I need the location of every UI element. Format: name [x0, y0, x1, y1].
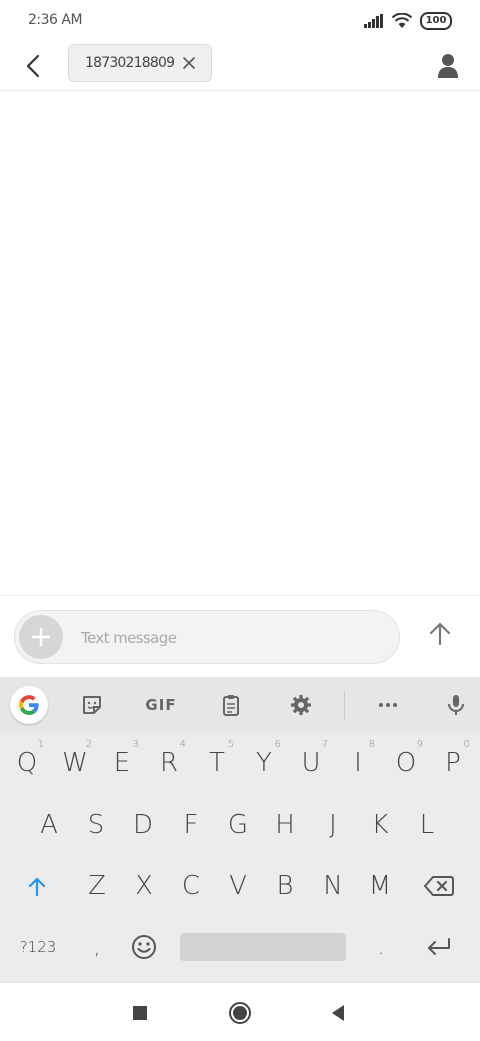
message-input[interactable] — [79, 611, 383, 665]
key-h[interactable]: H — [262, 797, 308, 853]
key-q[interactable]: Q1 — [4, 735, 50, 791]
key-s[interactable]: S — [73, 797, 119, 853]
key-p[interactable]: P0 — [430, 735, 476, 791]
clipboard-icon — [223, 695, 239, 716]
key-f[interactable]: F — [168, 797, 214, 853]
back-icon — [332, 1005, 344, 1021]
gear-icon — [291, 695, 311, 715]
key-b[interactable]: B — [262, 858, 308, 914]
home-button[interactable] — [224, 997, 256, 1029]
keyboard: Q1 W2 E3 R4 T5 Y6 U7 I8 O9 P0 A S D F G … — [0, 733, 480, 982]
key-e[interactable]: E3 — [99, 735, 145, 791]
key-a[interactable]: A — [26, 797, 72, 853]
compose-field — [14, 610, 400, 665]
key-u[interactable]: U7 — [288, 735, 334, 791]
key-m[interactable]: M — [357, 858, 403, 914]
status-bar: 2:36 AM 100 — [0, 0, 480, 42]
recent-apps-icon — [133, 1006, 147, 1020]
key-y[interactable]: Y6 — [241, 735, 287, 791]
key-k[interactable]: K — [357, 797, 403, 853]
close-icon[interactable] — [181, 55, 197, 71]
emoji-icon — [132, 935, 156, 959]
toolbar-divider — [344, 691, 345, 719]
gif-label: GIF — [145, 696, 177, 714]
enter-icon — [428, 938, 450, 955]
system-nav-bar — [0, 982, 480, 1041]
key-c[interactable]: C — [168, 858, 214, 914]
key-o[interactable]: O9 — [383, 735, 429, 791]
more-icon — [379, 703, 397, 707]
enter-key[interactable] — [416, 919, 462, 975]
home-icon — [229, 1002, 251, 1024]
add-attachment-button[interactable] — [19, 615, 63, 659]
google-icon — [19, 695, 39, 715]
status-icons: 100 — [364, 12, 452, 30]
key-t[interactable]: T5 — [194, 735, 240, 791]
key-z[interactable]: Z — [74, 858, 120, 914]
status-time: 2:36 AM — [28, 12, 83, 28]
key-j[interactable]: J — [310, 797, 356, 853]
recipient-number: 18730218809 — [85, 55, 175, 71]
key-x[interactable]: X — [121, 858, 167, 914]
backspace-key[interactable] — [416, 858, 462, 914]
voice-input-button[interactable] — [434, 677, 478, 733]
key-g[interactable]: G — [215, 797, 261, 853]
shift-arrow-icon — [28, 877, 46, 897]
person-icon[interactable] — [430, 48, 466, 84]
key-w[interactable]: W2 — [52, 735, 98, 791]
compose-bar — [0, 595, 480, 678]
key-l[interactable]: L — [404, 797, 450, 853]
key-n[interactable]: N — [310, 858, 356, 914]
key-d[interactable]: D — [120, 797, 166, 853]
recipient-chip[interactable]: 18730218809 — [68, 44, 212, 82]
settings-button[interactable] — [279, 677, 323, 733]
sticker-button[interactable] — [70, 677, 114, 733]
send-arrow-icon[interactable] — [418, 612, 462, 656]
symbols-key[interactable]: ?123 — [14, 919, 62, 975]
period-key[interactable]: . — [358, 919, 404, 975]
spacebar[interactable] — [180, 933, 346, 961]
battery-icon: 100 — [420, 12, 452, 30]
comma-key[interactable]: , — [74, 919, 120, 975]
plus-icon — [31, 627, 51, 647]
mic-icon — [448, 695, 464, 715]
nav-back-button[interactable] — [322, 997, 354, 1029]
wifi-icon — [392, 13, 412, 28]
clipboard-button[interactable] — [209, 677, 253, 733]
google-button[interactable] — [7, 677, 51, 733]
message-list — [0, 91, 480, 595]
signal-icon — [364, 14, 383, 28]
sticker-icon — [83, 696, 101, 714]
key-r[interactable]: R4 — [146, 735, 192, 791]
recent-apps-button[interactable] — [124, 997, 156, 1029]
key-i[interactable]: I8 — [335, 735, 381, 791]
conversation-header: 18730218809 — [0, 42, 480, 91]
shift-key[interactable] — [14, 858, 60, 914]
emoji-key[interactable] — [121, 919, 167, 975]
back-arrow-icon[interactable] — [18, 50, 50, 82]
keyboard-toolbar: GIF — [0, 677, 480, 733]
backspace-icon — [424, 876, 454, 896]
more-button[interactable] — [366, 677, 410, 733]
gif-button[interactable]: GIF — [139, 677, 183, 733]
key-v[interactable]: V — [215, 858, 261, 914]
